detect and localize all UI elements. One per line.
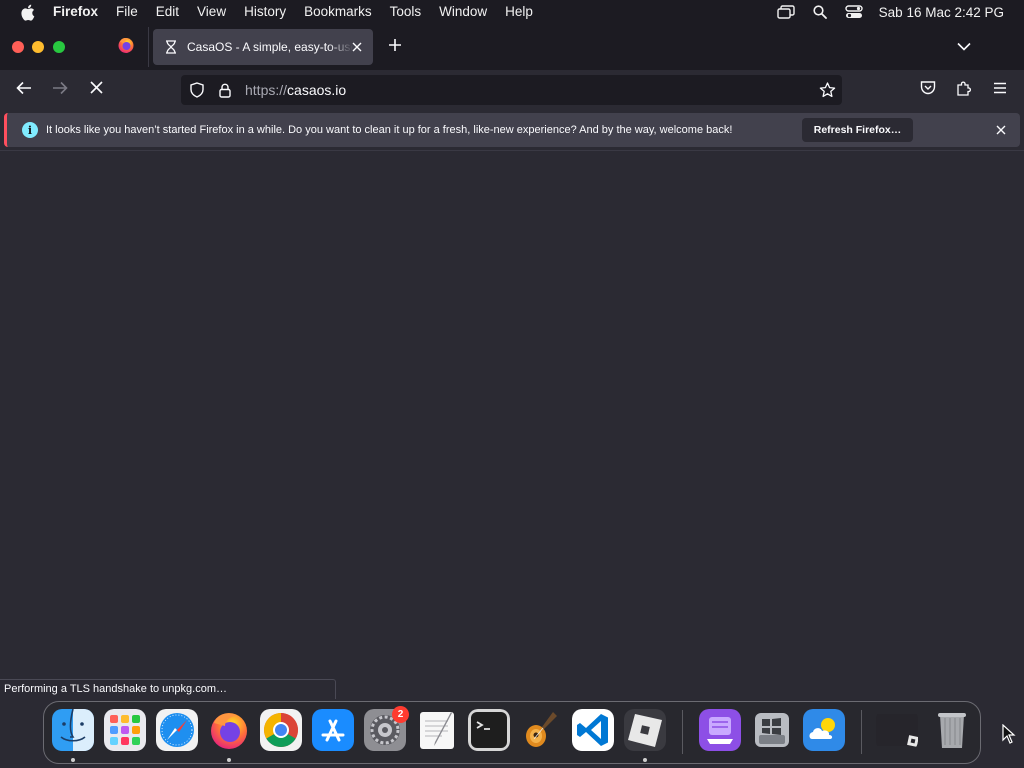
dock-apple-configurator[interactable] <box>699 709 741 751</box>
dock-launchpad[interactable] <box>104 709 146 751</box>
url-host: casaos.io <box>287 82 347 98</box>
menu-history[interactable]: History <box>235 0 295 24</box>
dock-terminal[interactable] <box>468 709 510 751</box>
dock-textedit[interactable] <box>416 709 458 751</box>
new-tab-button[interactable] <box>385 37 405 57</box>
refresh-firefox-notice: i It looks like you haven’t started Fire… <box>4 113 1020 147</box>
url-text[interactable]: https://casaos.io <box>245 82 346 98</box>
apple-menu-icon[interactable] <box>17 0 37 24</box>
launchpad-icon <box>104 709 146 751</box>
screen-mirroring-icon[interactable] <box>776 0 796 24</box>
notification-bar: i It looks like you haven’t started Fire… <box>0 110 1024 150</box>
app-menu-button[interactable] <box>989 79 1011 101</box>
chrome-icon <box>260 709 302 751</box>
tab-title: CasaOS - A simple, easy-to-use <box>187 40 353 54</box>
window-close-button[interactable] <box>12 41 24 53</box>
configurator-icon <box>699 709 741 751</box>
chevron-down-icon <box>957 38 971 56</box>
plus-icon <box>388 38 402 57</box>
firefox-icon <box>117 36 135 59</box>
stop-loading-button[interactable] <box>85 79 107 101</box>
dock-vscode[interactable] <box>572 709 614 751</box>
extensions-button[interactable] <box>953 79 975 101</box>
dock-trash[interactable] <box>931 709 973 751</box>
dock-chrome[interactable] <box>260 709 302 751</box>
dock-separator <box>682 710 683 754</box>
finder-icon <box>52 709 94 751</box>
pocket-button[interactable] <box>917 79 939 101</box>
tab-separator <box>148 27 149 67</box>
trash-icon <box>938 713 966 748</box>
forward-button[interactable] <box>49 79 71 101</box>
navigation-toolbar: https://casaos.io <box>0 70 1024 110</box>
menu-tools[interactable]: Tools <box>381 0 431 24</box>
url-scheme: https:// <box>245 82 288 98</box>
pinned-tab-firefox[interactable] <box>112 33 140 61</box>
menu-edit[interactable]: Edit <box>147 0 188 24</box>
dock-app-store[interactable] <box>312 709 354 751</box>
vscode-icon <box>572 709 614 751</box>
dock-garageband[interactable] <box>520 709 562 751</box>
terminal-icon <box>468 709 510 751</box>
window-minimize-button[interactable] <box>32 41 44 53</box>
spotlight-search-icon[interactable] <box>810 0 830 24</box>
menu-window[interactable]: Window <box>430 0 496 24</box>
safari-compass-icon <box>156 709 198 751</box>
dock-running-indicator <box>71 758 75 762</box>
window-thumbnail-icon <box>876 714 918 747</box>
dock-finder[interactable] <box>52 709 94 751</box>
page-content-area[interactable] <box>0 151 1024 700</box>
macos-dock: 2 <box>43 701 981 764</box>
refresh-firefox-button[interactable]: Refresh Firefox… <box>802 118 913 142</box>
dock-safari[interactable] <box>156 709 198 751</box>
dock-roblox[interactable] <box>624 709 666 751</box>
notification-message: It looks like you haven’t started Firefo… <box>46 124 733 136</box>
dock-minimized-window[interactable] <box>876 709 918 751</box>
menubar-clock[interactable]: Sab 16 Mac 2:42 PG <box>879 5 1004 20</box>
arrow-right-icon <box>52 81 68 100</box>
status-panel: Performing a TLS handshake to unpkg.com… <box>0 679 336 699</box>
dock-boot-camp[interactable] <box>751 709 793 751</box>
tab-close-icon[interactable] <box>349 39 365 55</box>
dock-separator <box>861 710 862 754</box>
close-icon[interactable] <box>994 123 1008 137</box>
list-all-tabs-button[interactable] <box>954 37 974 57</box>
menu-app-name[interactable]: Firefox <box>51 0 107 24</box>
bookmark-star-icon[interactable] <box>818 81 836 99</box>
window-zoom-button[interactable] <box>53 41 65 53</box>
hamburger-menu-icon <box>993 81 1007 99</box>
menu-bookmarks[interactable]: Bookmarks <box>295 0 381 24</box>
dock-weather[interactable] <box>803 709 845 751</box>
menu-view[interactable]: View <box>188 0 235 24</box>
hourglass-loading-icon <box>163 39 179 55</box>
macos-menubar: Firefox File Edit View History Bookmarks… <box>0 0 1024 24</box>
tab-casaos[interactable]: CasaOS - A simple, easy-to-use <box>153 29 373 65</box>
back-button[interactable] <box>13 79 35 101</box>
menu-help[interactable]: Help <box>496 0 542 24</box>
pocket-icon <box>920 80 936 100</box>
app-store-icon <box>312 709 354 751</box>
address-bar[interactable]: https://casaos.io <box>181 75 842 105</box>
firefox-icon <box>211 713 247 749</box>
boot-camp-icon <box>755 713 789 747</box>
guitar-icon <box>526 712 557 747</box>
dock-running-indicator <box>227 758 231 762</box>
dock-running-indicator <box>643 758 647 762</box>
info-icon: i <box>22 122 38 138</box>
puzzle-piece-icon <box>956 80 972 101</box>
dock-firefox[interactable] <box>208 709 250 751</box>
textedit-icon <box>420 712 454 749</box>
arrow-left-icon <box>16 81 32 100</box>
weather-icon <box>803 709 845 751</box>
lock-icon[interactable] <box>216 81 234 99</box>
mouse-cursor-icon <box>1002 723 1016 744</box>
menu-file[interactable]: File <box>107 0 147 24</box>
notification-badge: 2 <box>392 706 409 723</box>
tracking-protection-shield-icon[interactable] <box>188 81 206 99</box>
roblox-icon <box>624 709 666 751</box>
control-center-icon[interactable] <box>844 0 864 24</box>
close-icon <box>89 81 103 99</box>
